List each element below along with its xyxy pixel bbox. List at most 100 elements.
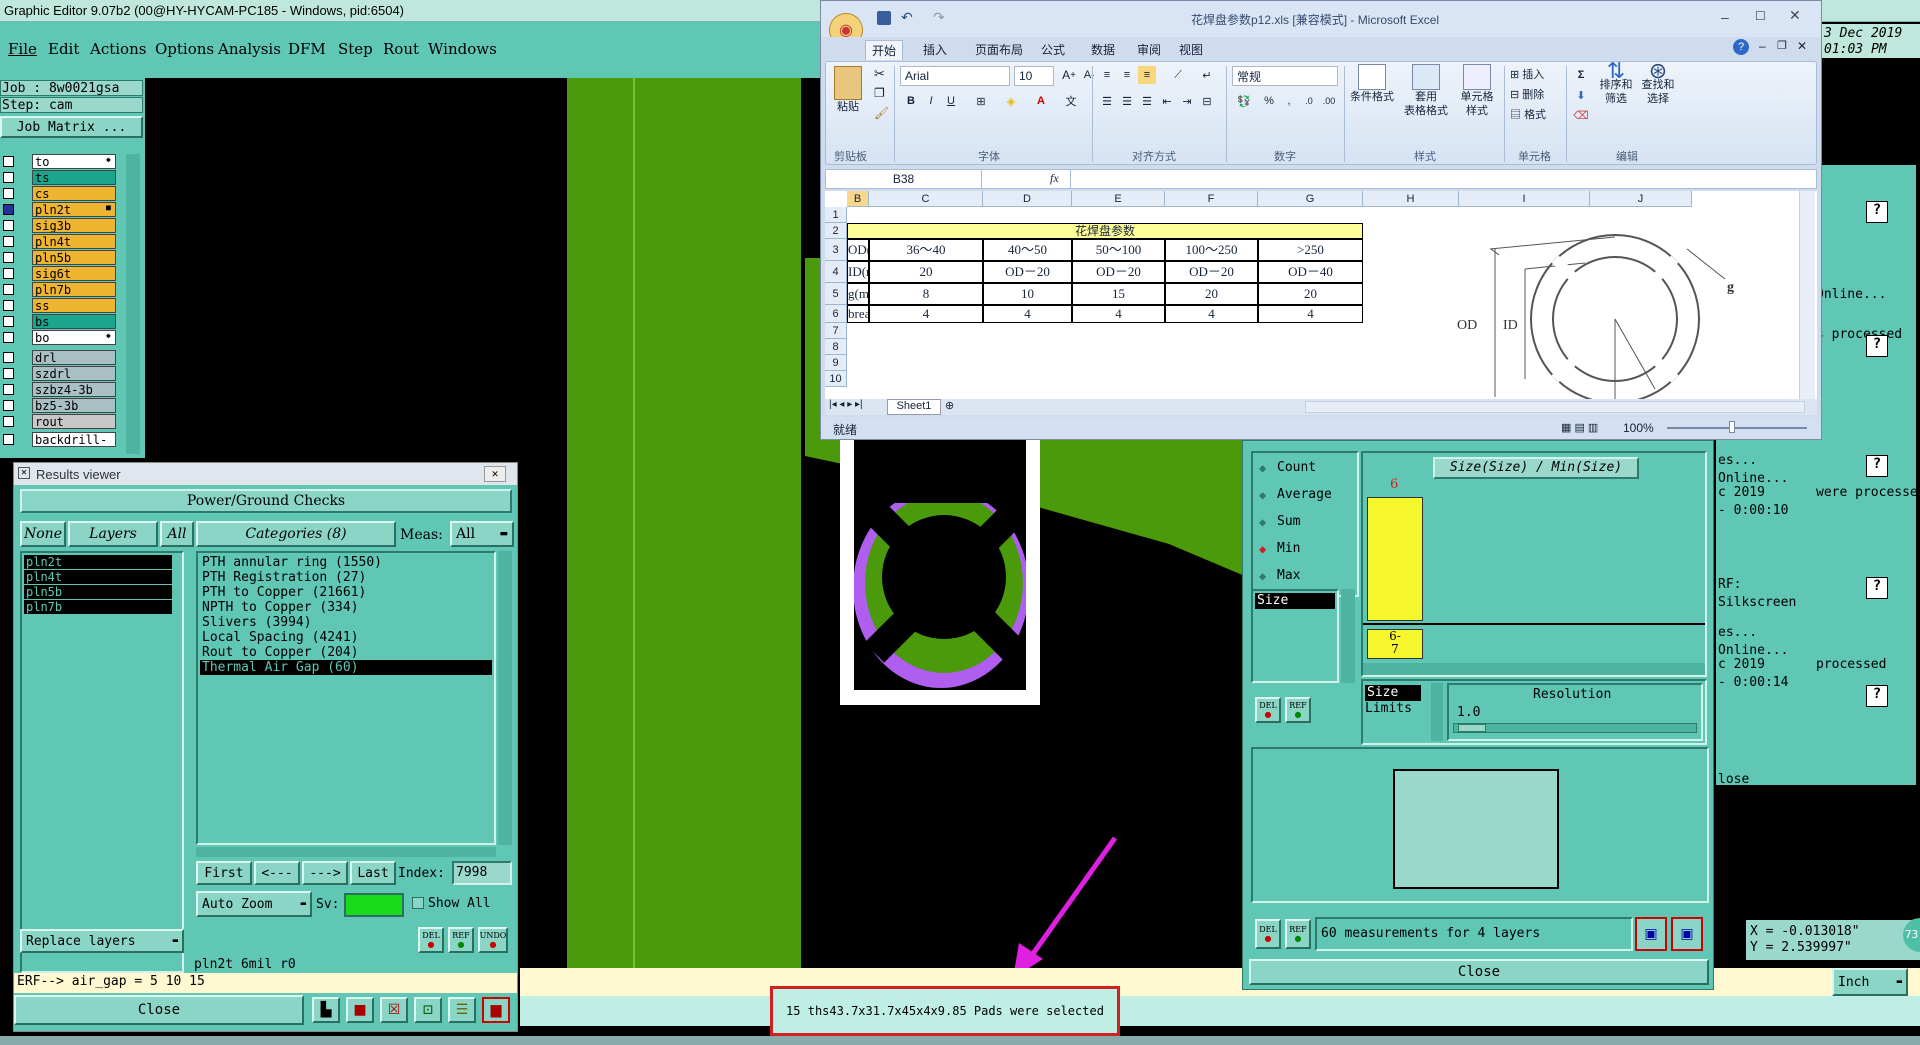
table-cell[interactable]: 40～50 <box>983 239 1072 261</box>
copy-icon[interactable]: ❐ <box>874 86 885 100</box>
aggregate-option[interactable]: ◆ Sum <box>1257 513 1353 531</box>
column-header[interactable]: B <box>847 191 869 207</box>
last-button[interactable]: Last <box>350 861 396 885</box>
layer-name[interactable]: szbz4-3b <box>32 382 116 397</box>
layer-name[interactable]: pln7b <box>32 282 116 297</box>
layer-name[interactable]: rout <box>32 414 116 429</box>
prev-button[interactable]: <--- <box>254 861 300 885</box>
menu-actions[interactable]: Actions <box>90 40 146 58</box>
number-format-select[interactable]: 常规 <box>1232 66 1338 86</box>
row-header[interactable]: 6 <box>825 305 847 323</box>
replace-layers-dropdown[interactable]: Replace layers ▬ <box>20 929 184 953</box>
histogram-bar[interactable] <box>1367 497 1423 621</box>
units-dropdown[interactable]: Inch ▬ <box>1832 968 1908 996</box>
size-vscroll[interactable] <box>1431 683 1443 741</box>
name-box[interactable]: B38 <box>826 170 982 188</box>
layer-checkbox[interactable] <box>3 236 14 247</box>
layer-affected-indicator[interactable] <box>17 400 28 411</box>
table-cell[interactable]: 36～40 <box>869 239 983 261</box>
category-item[interactable]: NPTH to Copper (334) <box>200 600 492 615</box>
decrease-indent-icon[interactable]: ⇤ <box>1158 92 1176 110</box>
category-item[interactable]: Local Spacing (4241) <box>200 630 492 645</box>
layer-list-scrollbar[interactable] <box>126 154 140 454</box>
ribbon-tab[interactable]: 审阅 <box>1131 40 1167 59</box>
layer-row[interactable]: rout <box>0 414 120 429</box>
layer-checkbox[interactable] <box>3 300 14 311</box>
auto-zoom-dropdown[interactable]: Auto Zoom ▬ <box>196 891 312 917</box>
layer-name[interactable]: sig6t <box>32 266 116 281</box>
vertical-scrollbar[interactable] <box>1799 191 1815 399</box>
category-item[interactable]: PTH Registration (27) <box>200 570 492 585</box>
align-left-icon[interactable]: ☰ <box>1098 92 1116 110</box>
layer-affected-indicator[interactable] <box>17 172 28 183</box>
menu-windows[interactable]: Windows <box>428 40 497 58</box>
layers-button[interactable]: Layers <box>68 521 158 547</box>
hist-del-button-2[interactable]: DEL ● <box>1255 919 1281 949</box>
results-close-button[interactable]: Close <box>14 995 304 1025</box>
table-cell[interactable]: 4 <box>1072 305 1165 323</box>
clear-icon[interactable]: ⌫ <box>1572 106 1590 124</box>
layer-affected-indicator[interactable] <box>17 300 28 311</box>
table-cell[interactable]: OD－20 <box>983 261 1072 283</box>
menu-options[interactable]: Options <box>155 40 214 58</box>
categories-hscroll[interactable] <box>196 847 496 857</box>
right-close-fragment[interactable]: lose <box>1718 772 1749 787</box>
layer-checkbox[interactable] <box>3 384 14 395</box>
format-cells-button[interactable]: ▤ 格式 <box>1510 106 1546 122</box>
layer-row[interactable]: pln4t <box>0 234 120 249</box>
bold-icon[interactable]: B <box>902 92 920 110</box>
first-button[interactable]: First <box>196 861 252 885</box>
layer-row[interactable]: backdrill-be <box>0 432 120 447</box>
ref-button[interactable]: REF ● <box>448 927 474 953</box>
layer-checkbox[interactable] <box>3 172 14 183</box>
column-header[interactable]: E <box>1072 191 1165 207</box>
sv-color-dropdown[interactable] <box>344 893 404 917</box>
layer-checkbox[interactable] <box>3 220 14 231</box>
sheet-title-cell[interactable]: 花焊盘参数 <box>847 223 1363 239</box>
layer-name[interactable]: szdrl <box>32 366 116 381</box>
increase-indent-icon[interactable]: ⇥ <box>1178 92 1196 110</box>
border-icon[interactable]: ⊞ <box>972 92 990 110</box>
layer-affected-indicator[interactable] <box>17 188 28 199</box>
tool-icon-3[interactable]: ☒ <box>380 997 408 1023</box>
font-name-select[interactable]: Arial <box>900 66 1010 86</box>
menu-rout[interactable]: Rout <box>383 40 419 58</box>
table-cell[interactable]: OD(mil) <box>847 239 869 261</box>
format-painter-icon[interactable]: 🖌 <box>874 106 889 120</box>
column-header[interactable]: J <box>1590 191 1692 207</box>
results-layer-item[interactable]: pln5b <box>24 585 172 599</box>
view-normal-icon[interactable]: ▦ ▤ ▥ <box>1561 421 1598 434</box>
categories-listbox[interactable]: PTH annular ring (1550) PTH Registration … <box>196 551 496 845</box>
import-button[interactable]: ▣ <box>1671 917 1703 951</box>
layer-row[interactable]: bz5-3b <box>0 398 120 413</box>
layer-name[interactable]: pln5b <box>32 250 116 265</box>
align-center-icon[interactable]: ☰ <box>1118 92 1136 110</box>
sheet-grid[interactable]: BCDEFGHIJ 12345678910 花焊盘参数OD(mil)36～404… <box>825 191 1817 399</box>
layer-affected-indicator[interactable] <box>17 352 28 363</box>
layer-checkbox[interactable] <box>3 332 14 343</box>
find-select-button[interactable]: ⊛ 查找和 选择 <box>1638 60 1678 106</box>
row-header[interactable]: 2 <box>825 223 847 239</box>
menu-step[interactable]: Step <box>338 40 373 58</box>
aggregate-option[interactable]: ◆ Average <box>1257 486 1353 504</box>
conditional-format-button[interactable]: 条件格式 <box>1348 64 1396 104</box>
layer-affected-indicator[interactable] <box>17 316 28 327</box>
ribbon-minimize-icon[interactable]: – <box>1759 39 1766 53</box>
table-cell[interactable]: 8 <box>869 283 983 305</box>
layer-name[interactable]: backdrill-be <box>32 432 116 447</box>
table-cell[interactable]: 100～250 <box>1165 239 1258 261</box>
menu-dfm[interactable]: DFM <box>288 40 326 58</box>
close-icon[interactable]: ✕ <box>1789 7 1801 24</box>
layer-name[interactable]: to <box>32 154 116 169</box>
sheet-nav-icon[interactable]: |◂ ◂ ▸ ▸| <box>829 399 863 410</box>
currency-icon[interactable]: 💱 <box>1232 92 1256 110</box>
layer-name[interactable]: bs <box>32 314 116 329</box>
layer-checkbox[interactable] <box>3 368 14 379</box>
column-header[interactable]: I <box>1459 191 1590 207</box>
layers-listbox[interactable]: pln2t pln4t pln5b pln7b <box>20 551 184 973</box>
formula-input[interactable] <box>1070 170 1810 188</box>
sort-filter-button[interactable]: ⇅ 排序和 筛选 <box>1596 60 1636 106</box>
del-button[interactable]: DEL ● <box>418 927 444 953</box>
layer-affected-indicator[interactable] <box>17 236 28 247</box>
ribbon-restore-icon[interactable]: ❐ <box>1777 39 1787 52</box>
